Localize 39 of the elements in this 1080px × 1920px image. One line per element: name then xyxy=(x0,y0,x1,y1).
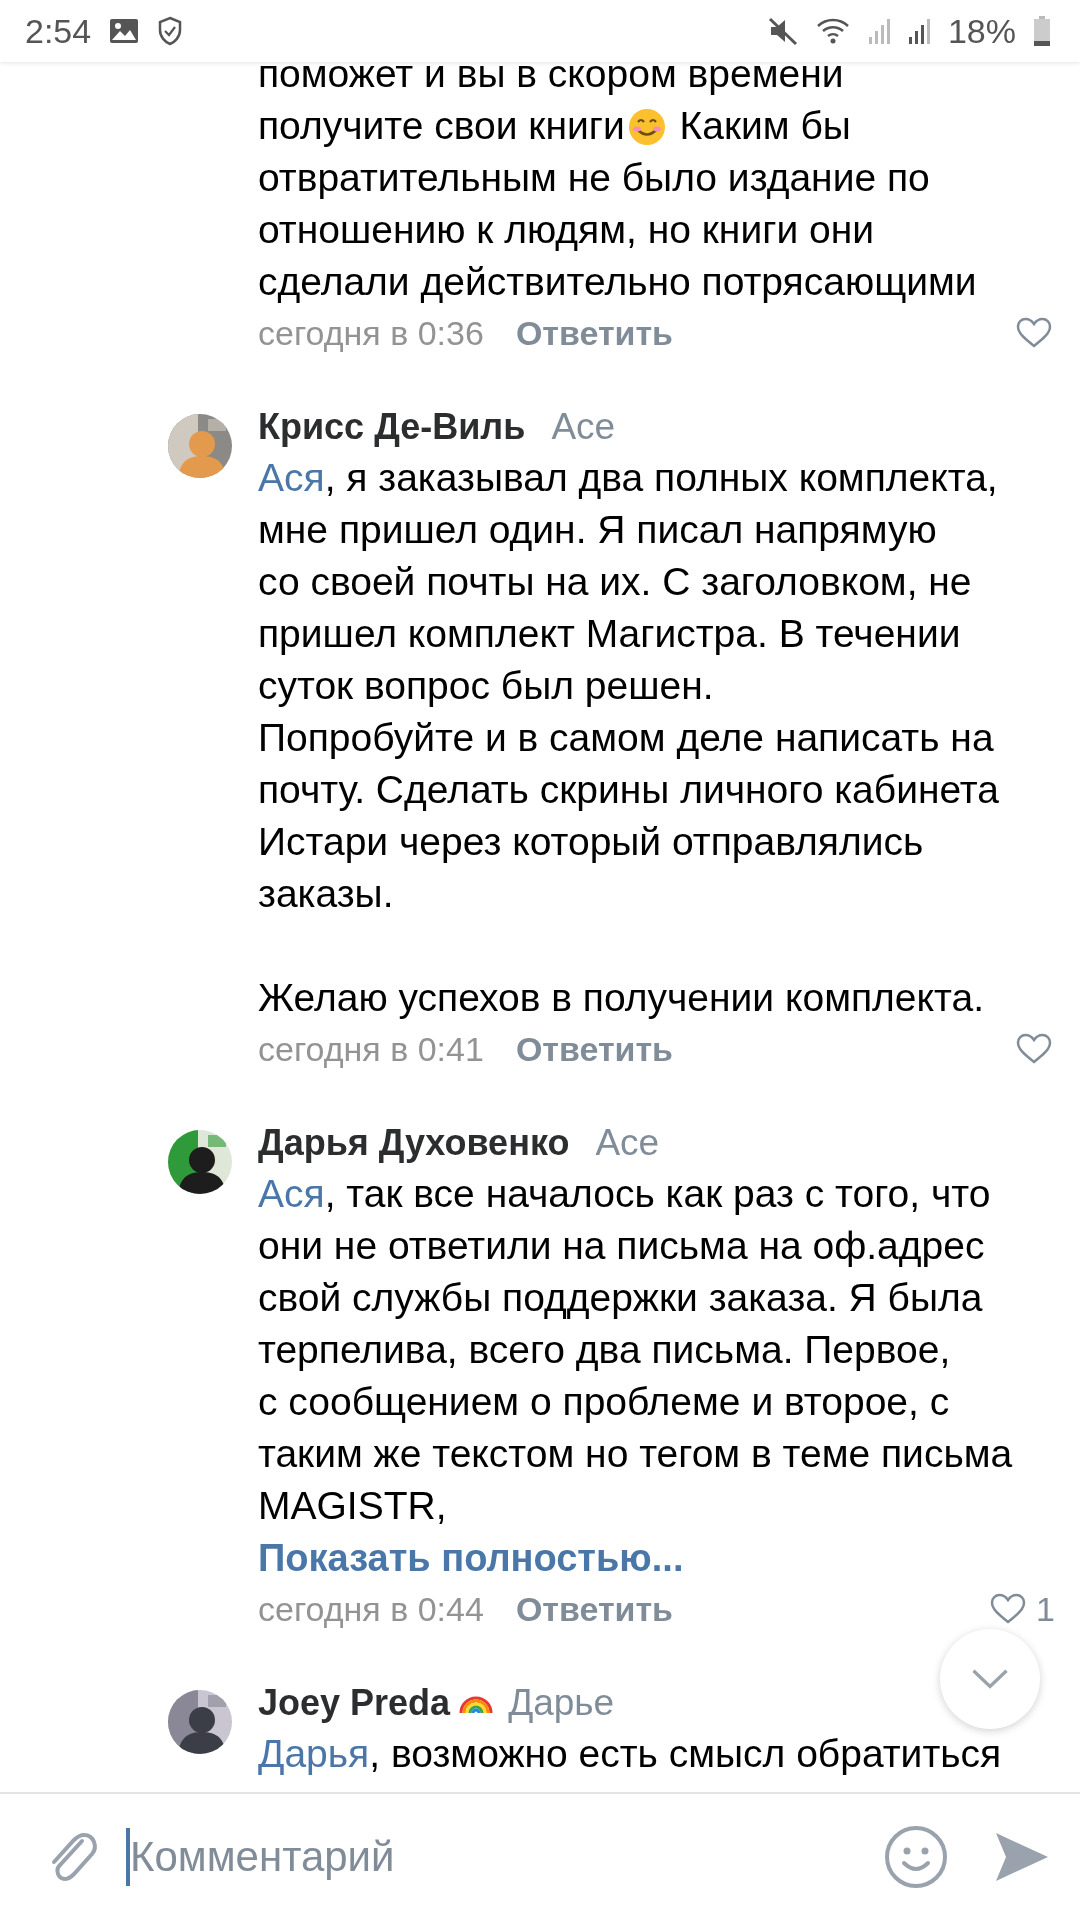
image-icon xyxy=(109,18,140,44)
reply-to-name[interactable]: Асе xyxy=(551,406,616,448)
comment-input[interactable]: Комментарий xyxy=(130,1833,858,1881)
reply-to-name[interactable]: Дарье xyxy=(508,1682,615,1724)
battery-icon xyxy=(1034,16,1050,46)
author-name[interactable]: Joey Preda xyxy=(258,1682,451,1724)
signal-icon xyxy=(907,17,930,45)
mention-link[interactable]: Дарья xyxy=(258,1732,370,1775)
reply-link[interactable]: Ответить xyxy=(515,1029,673,1069)
author-name[interactable]: Крисс Де-Виль xyxy=(258,406,526,448)
mention-link[interactable]: Ася xyxy=(258,1172,325,1215)
comment-time: сегодня в 0:44 xyxy=(258,1589,484,1629)
send-icon[interactable] xyxy=(994,1831,1050,1883)
battery-percent: 18% xyxy=(947,11,1016,51)
smiley-icon xyxy=(626,107,667,147)
reply-link[interactable]: Ответить xyxy=(515,313,673,353)
reply-link[interactable]: Ответить xyxy=(515,1589,673,1629)
reply-to-name[interactable]: Асе xyxy=(595,1122,660,1164)
heart-icon[interactable] xyxy=(990,1593,1026,1625)
signal-icon xyxy=(867,17,890,45)
smiley-icon[interactable] xyxy=(884,1825,948,1889)
text-cursor xyxy=(126,1828,130,1886)
shield-icon xyxy=(157,16,184,46)
mention-link[interactable]: Ася xyxy=(258,456,325,499)
wifi-icon xyxy=(815,16,850,46)
mute-icon xyxy=(767,16,798,46)
comment-text: Ася, я заказывал два полных комплекта, мне пришел один. Я писал напрямую со своей почты на их. С заголовком, не пришел комплект Магистра. В течении суток вопрос был решен. Попробуйте и в самом деле написать на почту. Сделать скрины личного кабинета Истари через который отправлялись заказы. Желаю успехов в получении комплекта. xyxy=(258,455,1000,1021)
like-count: 1 xyxy=(1036,1589,1056,1629)
comment-time: сегодня в 0:41 xyxy=(258,1029,484,1069)
comment-text: Ася, так все началось как раз с того, что они не ответили на письма на оф.адрес свой службы поддержки заказа. Я была терпелива, всего два письма. Первое, с сообщением о проблеме и второе, с таким же текстом но тегом в теме письма MAGISTR, xyxy=(258,1171,1014,1529)
chevron-down-icon xyxy=(971,1668,1009,1690)
comment-text: Дарья, возможно есть смысл обратиться xyxy=(258,1731,1003,1777)
show-more-link[interactable]: Показать полностью... xyxy=(258,1532,1056,1584)
comment-time: сегодня в 0:36 xyxy=(258,313,484,353)
author-name[interactable]: Дарья Духовенко xyxy=(258,1122,570,1164)
heart-icon[interactable] xyxy=(1016,1033,1052,1065)
status-time: 2:54 xyxy=(25,11,92,51)
comment-text: поможет и вы в скором времени получите свои книги Каким бы отвратительным не было издание по отношению к людям, но книги они сделали действительно потрясающими xyxy=(258,62,978,305)
heart-icon[interactable] xyxy=(1016,317,1052,349)
